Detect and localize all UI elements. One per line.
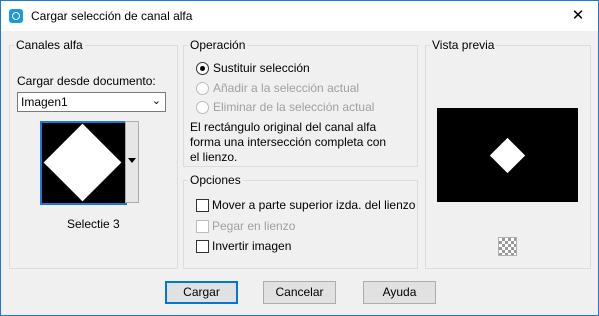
checkbox-mover-label[interactable]: Mover a parte superior izda. del lienzo [212,198,415,212]
radio-sustituir-label[interactable]: Sustituir selección [213,61,310,75]
close-button[interactable]: ✕ [558,1,598,31]
load-button[interactable]: Cargar [165,281,238,304]
cancel-button[interactable]: Cancelar [263,281,336,304]
opciones-label: Opciones [188,173,243,187]
preview-diamond-shape [489,137,526,174]
thumbnail-dropdown-button[interactable] [125,121,139,203]
radio-anadir[interactable] [196,82,209,95]
radio-eliminar[interactable] [196,101,209,114]
operacion-description: El rectángulo original del canal alfa fo… [190,120,387,164]
triangle-down-icon [128,158,136,163]
operacion-label: Operación [188,38,248,52]
selection-thumbnail[interactable] [40,121,127,205]
vista-previa-label: Vista previa [430,38,497,52]
document-select[interactable]: Imagen1 ⌄ [17,92,166,112]
window-title: Cargar selección de canal alfa [31,9,193,23]
selection-name: Selectie 3 [67,217,120,231]
canales-alfa-label: Canales alfa [14,38,85,52]
chevron-down-icon: ⌄ [151,95,161,107]
checkbox-pegar-label[interactable]: Pegar en lienzo [212,219,295,233]
radio-sustituir[interactable] [196,62,209,75]
checkbox-invertir[interactable] [196,240,209,253]
preview-canvas [437,108,578,202]
radio-eliminar-label[interactable]: Eliminar de la selección actual [213,100,374,114]
checkbox-mover[interactable] [196,199,209,212]
document-select-value: Imagen1 [21,95,68,109]
title-bar[interactable]: Cargar selección de canal alfa ✕ [1,1,598,31]
app-selection-icon [9,9,23,23]
help-button[interactable]: Ayuda [363,281,436,304]
thumbnail-diamond-shape [43,123,122,202]
load-from-document-label: Cargar desde documento: [17,74,156,88]
checkbox-pegar[interactable] [196,220,209,233]
radio-anadir-label[interactable]: Añadir a la selección actual [213,81,359,95]
checkbox-invertir-label[interactable]: Invertir imagen [212,239,291,253]
checkerboard-icon[interactable] [498,237,517,256]
